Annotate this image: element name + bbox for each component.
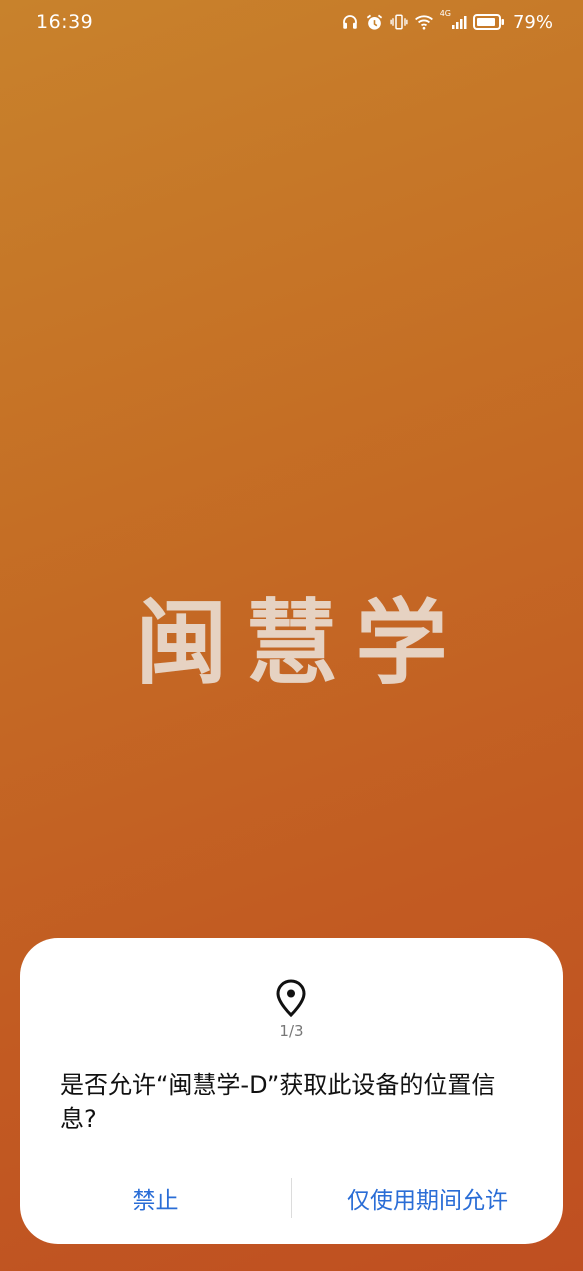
battery-icon [472,13,505,31]
signal-4g-icon: 4G [440,10,467,30]
dialog-actions: 禁止 仅使用期间允许 [20,1176,563,1220]
dialog-pager: 1/3 [279,1022,304,1040]
location-permission-dialog: 1/3 是否允许“闽慧学-D”获取此设备的位置信息? 禁止 仅使用期间允许 [20,938,563,1244]
status-bar: 16:39 4G 79% [0,0,583,44]
network-label: 4G [439,9,451,18]
allow-while-using-button[interactable]: 仅使用期间允许 [292,1176,563,1220]
dialog-message: 是否允许“闽慧学-D”获取此设备的位置信息? [60,1071,496,1133]
app-logo: 闽慧学 [0,580,583,697]
alarm-icon [365,13,384,32]
deny-button[interactable]: 禁止 [20,1176,291,1220]
status-icons: 4G 79% [341,10,553,33]
app-name: 闽慧学 [135,589,466,697]
headphones-icon [341,13,359,31]
location-pin-icon [274,978,308,1018]
wifi-icon [414,13,434,31]
battery-percent: 79% [512,11,553,33]
vibrate-icon [390,13,408,31]
status-time: 16:39 [36,11,94,33]
